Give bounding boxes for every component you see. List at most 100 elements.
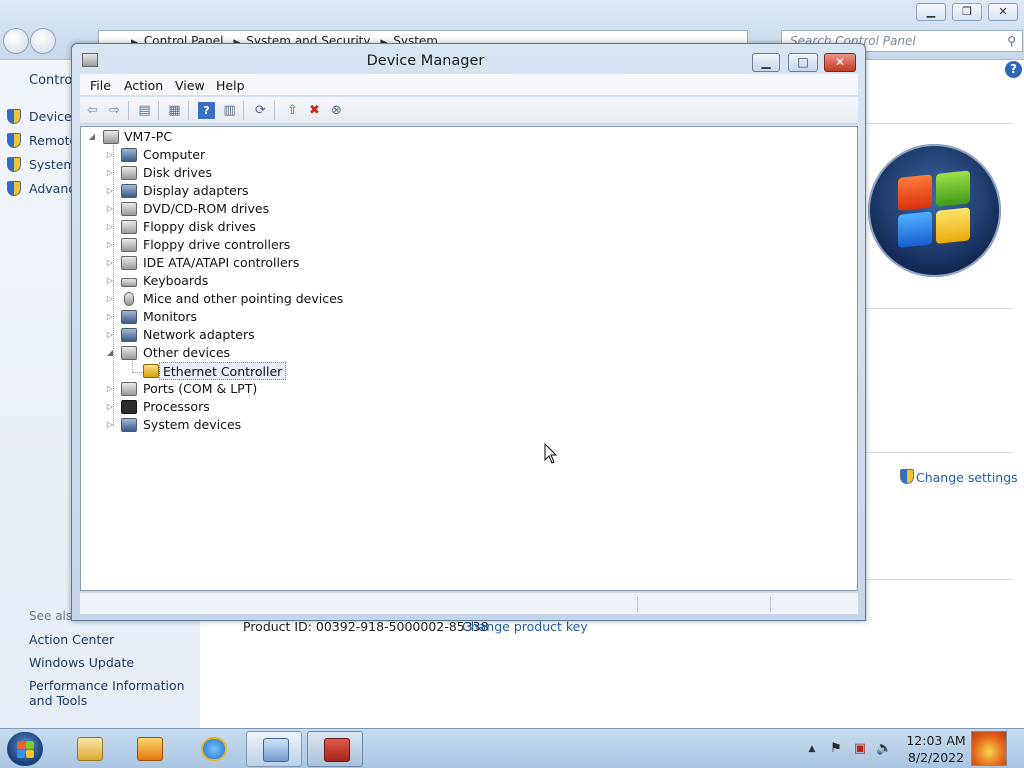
tree-item-dvd-drives[interactable]: ▷ DVD/CD-ROM drives <box>105 200 405 218</box>
tree-item-keyboards[interactable]: ▷ Keyboards <box>105 272 405 290</box>
forward-icon[interactable]: ⇨ <box>106 102 123 119</box>
maximize-button[interactable]: □ <box>788 53 818 72</box>
help-icon[interactable]: ? <box>198 102 215 119</box>
remote-settings-link[interactable]: Remote <box>29 133 77 148</box>
update-driver-icon[interactable]: ⇧ <box>284 102 301 119</box>
control-panel-home-link[interactable]: Control <box>29 73 76 88</box>
tree-item-display-adapters[interactable]: ▷ Display adapters <box>105 182 405 200</box>
tree-item-ide-controllers[interactable]: ▷ IDE ATA/ATAPI controllers <box>105 254 405 272</box>
uninstall-icon[interactable]: ⊗ <box>328 102 345 119</box>
expand-arrow-icon[interactable]: ▷ <box>105 218 115 236</box>
expand-arrow-icon[interactable]: ▷ <box>105 398 115 416</box>
action-center-link[interactable]: Action Center <box>29 632 114 647</box>
tree-item-ethernet-controller[interactable]: Ethernet Controller <box>143 362 343 380</box>
toolbar-separator <box>188 101 189 120</box>
disable-icon[interactable]: ✖ <box>306 102 323 119</box>
tree-item-label: Floppy disk drives <box>143 219 256 234</box>
toolbar-separator <box>128 101 129 120</box>
tree-item-label: Other devices <box>143 345 231 360</box>
computer-icon <box>103 130 119 144</box>
scan-icon[interactable]: ⟳ <box>252 102 269 119</box>
console-icon[interactable]: ▥ <box>221 102 238 119</box>
system-minimize-button[interactable]: ▁ <box>916 3 946 21</box>
tree-item-floppy-disk-drives[interactable]: ▷ Floppy disk drives <box>105 218 405 236</box>
clock-date[interactable]: 8/2/2022 <box>893 750 979 765</box>
menu-bar: File Action View Help <box>80 74 858 96</box>
taskbar-internet-explorer[interactable] <box>185 731 241 767</box>
menu-view[interactable]: View <box>175 78 205 93</box>
tree-item-label: Ports (COM & LPT) <box>143 381 258 396</box>
tree-item-label: Processors <box>143 399 210 414</box>
collapse-arrow-icon[interactable]: ◢ <box>105 344 115 362</box>
network-warning-icon[interactable]: ▣ <box>852 741 868 757</box>
menu-file[interactable]: File <box>90 78 111 93</box>
windows-update-link[interactable]: Windows Update <box>29 655 134 670</box>
expand-arrow-icon[interactable]: ▷ <box>105 236 115 254</box>
up-icon[interactable]: ▤ <box>136 102 153 119</box>
expand-arrow-icon[interactable]: ▷ <box>105 290 115 308</box>
back-nav-button[interactable] <box>3 28 29 54</box>
expand-arrow-icon[interactable]: ▷ <box>105 146 115 164</box>
processor-icon <box>121 400 137 414</box>
tree-item-mice[interactable]: ▷ Mice and other pointing devices <box>105 290 405 308</box>
minimize-button[interactable]: ▁ <box>752 53 780 72</box>
computer-icon <box>121 148 137 162</box>
tree-item-other-devices[interactable]: ◢ Other devices <box>105 344 405 362</box>
advanced-settings-link[interactable]: Advanc <box>29 181 75 196</box>
taskbar-control-panel[interactable] <box>246 731 302 767</box>
expand-arrow-icon[interactable]: ▷ <box>105 380 115 398</box>
expand-arrow-icon[interactable]: ▷ <box>105 308 115 326</box>
properties-icon[interactable]: ▦ <box>166 102 183 119</box>
system-close-button[interactable]: ✕ <box>988 3 1018 21</box>
tree-guide <box>132 361 133 372</box>
other-devices-icon <box>121 346 137 360</box>
network-adapter-icon <box>121 328 137 342</box>
taskbar-media-player[interactable] <box>121 731 177 767</box>
change-product-key-link[interactable]: Change product key <box>462 619 588 634</box>
forward-nav-button[interactable] <box>30 28 56 54</box>
tree-item-monitors[interactable]: ▷ Monitors <box>105 308 405 326</box>
system-maximize-button[interactable]: ❐ <box>952 3 982 21</box>
back-icon[interactable]: ⇦ <box>84 102 101 119</box>
floppy-drive-icon <box>121 220 137 234</box>
port-icon <box>121 382 137 396</box>
divider <box>866 123 1012 124</box>
close-button[interactable]: ✕ <box>824 53 856 72</box>
volume-muted-icon[interactable]: 🔈 <box>876 741 892 757</box>
tree-item-ports[interactable]: ▷ Ports (COM & LPT) <box>105 380 405 398</box>
action-center-flag-icon[interactable]: ⚑ <box>828 741 844 757</box>
mouse-cursor-icon <box>544 443 558 464</box>
expand-arrow-icon[interactable]: ▷ <box>105 326 115 344</box>
divider <box>866 308 1012 309</box>
tree-item-disk-drives[interactable]: ▷ Disk drives <box>105 164 405 182</box>
change-settings-link[interactable]: Change settings <box>900 469 1018 485</box>
expand-arrow-icon[interactable]: ▷ <box>105 272 115 290</box>
tree-item-label: Ethernet Controller <box>159 362 287 380</box>
expand-arrow-icon[interactable]: ▷ <box>105 416 115 434</box>
expand-arrow-icon[interactable]: ▷ <box>105 200 115 218</box>
expand-arrow-icon[interactable]: ▷ <box>105 254 115 272</box>
collapse-arrow-icon[interactable]: ◢ <box>87 128 97 146</box>
control-panel-icon <box>263 738 289 762</box>
expand-arrow-icon[interactable]: ▷ <box>105 182 115 200</box>
windows-flag-icon <box>26 750 34 758</box>
show-desktop-button[interactable] <box>971 731 1007 766</box>
show-hidden-icons-icon[interactable]: ▲ <box>804 741 820 757</box>
expand-arrow-icon[interactable]: ▷ <box>105 164 115 182</box>
start-button[interactable] <box>7 732 43 766</box>
menu-action[interactable]: Action <box>124 78 163 93</box>
system-protection-link[interactable]: System <box>29 157 76 172</box>
tree-item-floppy-controllers[interactable]: ▷ Floppy drive controllers <box>105 236 405 254</box>
search-icon[interactable]: ⚲ <box>1007 34 1016 48</box>
tree-item-system-devices[interactable]: ▷ System devices <box>105 416 405 434</box>
taskbar-device-manager[interactable] <box>307 731 363 767</box>
performance-info-link[interactable]: Performance Information and Tools <box>29 678 194 708</box>
tree-item-computer[interactable]: ▷ Computer <box>105 146 405 164</box>
menu-help[interactable]: Help <box>216 78 245 93</box>
taskbar-explorer[interactable] <box>61 731 117 767</box>
tree-item-processors[interactable]: ▷ Processors <box>105 398 405 416</box>
tree-root-node[interactable]: ◢ VM7-PC <box>87 128 307 146</box>
help-icon[interactable]: ? <box>1005 61 1022 78</box>
clock-time[interactable]: 12:03 AM <box>893 733 979 748</box>
tree-item-network-adapters[interactable]: ▷ Network adapters <box>105 326 405 344</box>
